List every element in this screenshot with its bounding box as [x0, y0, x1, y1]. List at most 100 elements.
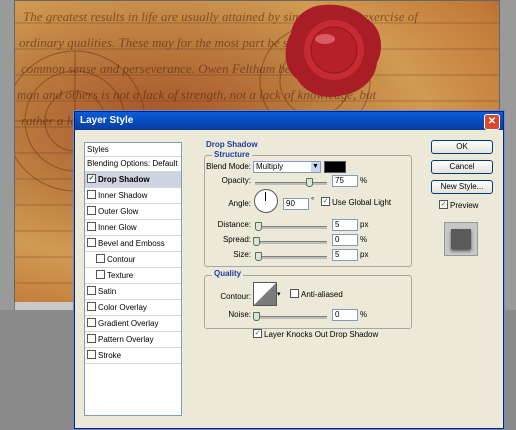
structure-heading: Structure — [212, 150, 252, 159]
bg-text-line3: common sense and perseverance. Owen Felt… — [21, 61, 331, 76]
stroke-checkbox[interactable] — [87, 350, 96, 360]
anti-aliased-option[interactable]: Anti-aliased — [290, 289, 343, 299]
style-item-stroke[interactable]: Stroke — [85, 348, 181, 364]
global-light-checkbox[interactable]: ✓ — [321, 197, 330, 207]
bevel-emboss-checkbox[interactable] — [87, 238, 96, 248]
blend-mode-label: Blend Mode: — [206, 162, 251, 171]
style-item-contour[interactable]: Contour — [85, 252, 181, 268]
contour-preview[interactable] — [253, 282, 277, 306]
layer-style-dialog: Layer Style ✕ Styles Blending Options: D… — [74, 111, 504, 429]
contour-curve-icon — [254, 283, 276, 305]
angle-dial-needle — [265, 192, 266, 201]
blend-mode-select[interactable]: Multiply ▼ — [253, 161, 321, 173]
noise-input[interactable]: 0 — [332, 309, 358, 321]
style-item-satin[interactable]: Satin — [85, 284, 181, 300]
new-style-button[interactable]: New Style... — [431, 180, 493, 194]
style-item-color-overlay[interactable]: Color Overlay — [85, 300, 181, 316]
dialog-title: Layer Style — [80, 115, 134, 126]
drop-shadow-heading: Drop Shadow — [206, 140, 258, 149]
outer-glow-checkbox[interactable] — [87, 206, 96, 216]
spread-input[interactable]: 0 — [332, 234, 358, 246]
styles-header[interactable]: Styles — [85, 143, 181, 157]
contour-dropdown-icon[interactable]: ▾ — [277, 290, 281, 298]
style-item-label: Gradient Overlay — [98, 319, 159, 328]
dialog-titlebar[interactable]: Layer Style ✕ — [75, 112, 503, 130]
spread-unit: % — [360, 235, 368, 244]
styles-list: Styles Blending Options: Default ✓ Drop S… — [84, 142, 182, 416]
size-slider-thumb[interactable] — [255, 252, 262, 261]
preview-label: Preview — [450, 201, 479, 210]
noise-unit: % — [360, 310, 368, 319]
anti-aliased-checkbox[interactable] — [290, 289, 299, 299]
style-item-label: Inner Glow — [98, 223, 137, 232]
style-item-bevel-emboss[interactable]: Bevel and Emboss — [85, 236, 181, 252]
ok-button[interactable]: OK — [431, 140, 493, 154]
preview-swatch — [444, 222, 478, 256]
style-item-label: Color Overlay — [98, 303, 147, 312]
chevron-down-icon: ▼ — [311, 162, 320, 172]
spread-label: Spread: — [222, 235, 251, 244]
opacity-input[interactable]: 75 — [332, 175, 358, 187]
preview-square — [451, 229, 471, 249]
close-button[interactable]: ✕ — [484, 114, 500, 130]
angle-unit: ° — [311, 196, 315, 205]
opacity-label: Opacity: — [221, 176, 251, 185]
opacity-slider[interactable] — [255, 182, 327, 185]
style-item-label: Drop Shadow — [98, 175, 150, 184]
style-item-label: Pattern Overlay — [98, 335, 154, 344]
distance-input[interactable]: 5 — [332, 219, 358, 231]
preview-checkbox[interactable]: ✓ — [439, 200, 448, 210]
color-overlay-checkbox[interactable] — [87, 302, 96, 312]
style-item-drop-shadow[interactable]: ✓ Drop Shadow — [85, 172, 181, 188]
distance-unit: px — [360, 220, 369, 229]
gradient-overlay-checkbox[interactable] — [87, 318, 96, 328]
noise-slider[interactable] — [255, 316, 327, 319]
distance-label: Distance: — [217, 220, 251, 229]
contour-checkbox[interactable] — [96, 254, 105, 264]
size-slider[interactable] — [255, 256, 327, 259]
style-item-texture[interactable]: Texture — [85, 268, 181, 284]
opacity-slider-thumb[interactable] — [306, 178, 313, 187]
style-item-label: Inner Shadow — [98, 191, 148, 200]
global-light-label: Use Global Light — [332, 198, 392, 207]
quality-group — [204, 275, 412, 329]
knockout-checkbox[interactable]: ✓ — [253, 329, 262, 339]
style-item-inner-glow[interactable]: Inner Glow — [85, 220, 181, 236]
blend-mode-value: Multiply — [256, 162, 284, 171]
style-item-inner-shadow[interactable]: Inner Shadow — [85, 188, 181, 204]
anti-aliased-label: Anti-aliased — [301, 290, 343, 299]
size-input[interactable]: 5 — [332, 249, 358, 261]
inner-shadow-checkbox[interactable] — [87, 190, 96, 200]
distance-slider-thumb[interactable] — [255, 222, 262, 231]
quality-heading: Quality — [212, 269, 244, 278]
spread-slider[interactable] — [255, 241, 327, 244]
knockout-option[interactable]: ✓ Layer Knocks Out Drop Shadow — [253, 329, 378, 339]
spread-slider-thumb[interactable] — [253, 237, 260, 246]
shadow-color-swatch[interactable] — [324, 161, 346, 173]
angle-dial[interactable] — [254, 189, 278, 213]
distance-slider[interactable] — [255, 226, 327, 229]
satin-checkbox[interactable] — [87, 286, 96, 296]
size-unit: px — [360, 250, 369, 259]
texture-checkbox[interactable] — [96, 270, 105, 280]
noise-slider-thumb[interactable] — [253, 312, 260, 321]
inner-glow-checkbox[interactable] — [87, 222, 96, 232]
style-item-pattern-overlay[interactable]: Pattern Overlay — [85, 332, 181, 348]
contour-label: Contour: — [220, 292, 251, 301]
drop-shadow-checkbox[interactable]: ✓ — [87, 174, 96, 184]
blending-options-item[interactable]: Blending Options: Default — [85, 157, 181, 172]
style-item-label: Contour — [107, 255, 136, 264]
style-item-label: Outer Glow — [98, 207, 139, 216]
global-light-option[interactable]: ✓ Use Global Light — [321, 197, 392, 207]
style-item-outer-glow[interactable]: Outer Glow — [85, 204, 181, 220]
preview-option[interactable]: ✓ Preview — [439, 200, 479, 210]
style-item-label: Stroke — [98, 351, 122, 360]
angle-label: Angle: — [228, 199, 251, 208]
style-item-gradient-overlay[interactable]: Gradient Overlay — [85, 316, 181, 332]
size-label: Size: — [233, 250, 251, 259]
cancel-button[interactable]: Cancel — [431, 160, 493, 174]
angle-input[interactable]: 90 — [283, 198, 309, 210]
style-item-label: Texture — [107, 271, 134, 280]
pattern-overlay-checkbox[interactable] — [87, 334, 96, 344]
opacity-unit: % — [360, 176, 368, 185]
